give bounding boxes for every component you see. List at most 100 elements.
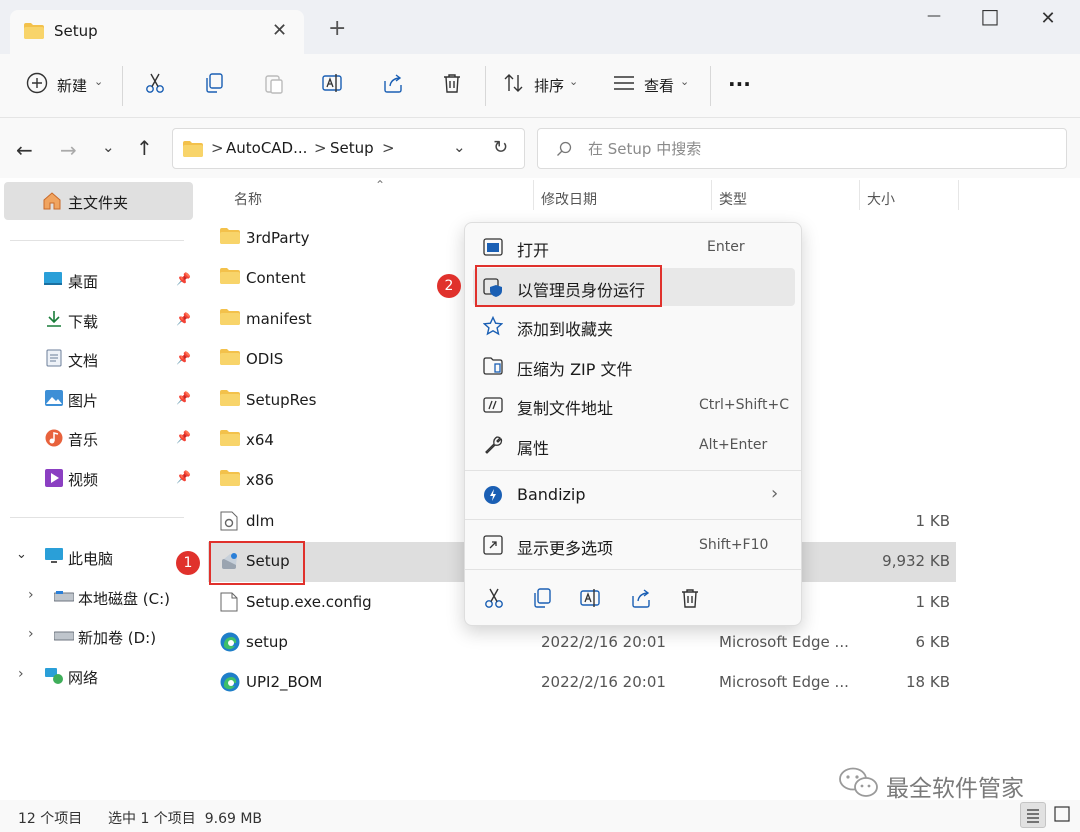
- view-icon[interactable]: [613, 75, 635, 91]
- new-button[interactable]: [26, 72, 48, 94]
- new-tab-icon[interactable]: +: [328, 16, 346, 41]
- document-icon: [46, 349, 62, 367]
- maximize-button[interactable]: □: [970, 4, 1010, 28]
- menu-divider: [465, 569, 801, 570]
- breadcrumb-separator: >: [211, 139, 224, 157]
- menu-label-bandizip: Bandizip: [517, 485, 586, 504]
- table-row[interactable]: UPI2_BOM 2022/2/16 20:01 Microsoft Edge ..…: [208, 663, 956, 703]
- menu-share-icon[interactable]: [630, 587, 652, 609]
- folder-icon: [24, 23, 44, 39]
- back-arrow-icon[interactable]: ←: [16, 138, 33, 162]
- copy-icon[interactable]: [203, 72, 225, 94]
- file-name: setup: [246, 633, 288, 651]
- edge-icon: [220, 632, 240, 652]
- column-header-modified[interactable]: 修改日期: [541, 189, 597, 209]
- folder-icon: [183, 141, 203, 157]
- nav-item-downloads[interactable]: 下载 📌: [4, 302, 193, 338]
- nav-item-desktop[interactable]: 桌面 📌: [4, 262, 193, 298]
- file-name: manifest: [246, 309, 312, 328]
- delete-icon[interactable]: [441, 72, 463, 94]
- chevron-right-icon[interactable]: ›: [18, 666, 24, 682]
- column-divider[interactable]: [958, 180, 959, 210]
- nav-divider: [10, 517, 184, 518]
- chevron-right-icon[interactable]: ›: [28, 626, 34, 642]
- sort-label[interactable]: 排序: [534, 75, 564, 96]
- address-dropdown-icon[interactable]: ⌄: [453, 138, 466, 156]
- nav-item-documents[interactable]: 文档 📌: [4, 341, 193, 377]
- menu-delete-icon[interactable]: [679, 587, 701, 609]
- menu-copy-icon[interactable]: [531, 587, 553, 609]
- details-view-button[interactable]: [1020, 802, 1046, 828]
- breadcrumb-setup[interactable]: Setup: [330, 139, 374, 157]
- nav-item-network[interactable]: › 网络: [4, 658, 193, 694]
- menu-item-show-more[interactable]: 显示更多选项 Shift+F10: [473, 526, 795, 564]
- view-label[interactable]: 查看: [644, 75, 674, 96]
- folder-icon: [220, 268, 240, 285]
- refresh-icon[interactable]: ↻: [493, 137, 508, 158]
- search-box[interactable]: [537, 128, 1067, 169]
- chevron-right-icon[interactable]: ›: [28, 587, 34, 603]
- cut-icon[interactable]: [144, 72, 166, 94]
- nav-item-pictures[interactable]: 图片 📌: [4, 381, 193, 417]
- pin-icon[interactable]: 📌: [176, 470, 191, 484]
- sort-icon[interactable]: [503, 72, 525, 94]
- up-arrow-icon[interactable]: ↑: [136, 136, 153, 160]
- details-view-icon: [1027, 809, 1039, 823]
- nav-item-drive-d[interactable]: › 新加卷 (D:): [4, 618, 193, 654]
- menu-item-properties[interactable]: 属性 Alt+Enter: [473, 426, 795, 464]
- column-divider[interactable]: [859, 180, 860, 210]
- file-size: 1 KB: [915, 511, 950, 530]
- column-divider[interactable]: [533, 180, 534, 210]
- nav-item-this-pc[interactable]: ⌄ 此电脑: [4, 539, 193, 575]
- nav-item-videos[interactable]: 视频 📌: [4, 460, 193, 496]
- tab-title: Setup: [54, 22, 98, 40]
- column-header-name[interactable]: 名称: [234, 189, 262, 209]
- pin-icon[interactable]: 📌: [176, 430, 191, 444]
- share-icon[interactable]: [382, 72, 404, 94]
- table-row[interactable]: setup 2022/2/16 20:01 Microsoft Edge ... 6 …: [208, 623, 956, 663]
- menu-rename-icon[interactable]: [580, 587, 602, 609]
- column-divider[interactable]: [711, 180, 712, 210]
- more-icon[interactable]: ···: [728, 72, 751, 96]
- new-label[interactable]: 新建: [57, 75, 87, 96]
- search-input[interactable]: [588, 140, 1038, 158]
- pin-icon[interactable]: 📌: [176, 312, 191, 326]
- sort-arrow-icon: ⌃: [375, 178, 386, 192]
- folder-icon: [220, 349, 240, 366]
- paste-icon[interactable]: [263, 72, 285, 94]
- dll-icon: [220, 511, 238, 531]
- breadcrumb-autocad[interactable]: AutoCAD...: [226, 139, 307, 157]
- highlight-box-setup: [209, 541, 305, 585]
- column-header-type[interactable]: 类型: [719, 189, 747, 209]
- rename-icon[interactable]: [322, 72, 344, 94]
- menu-item-bandizip[interactable]: Bandizip ›: [473, 476, 795, 514]
- tiles-view-button[interactable]: [1050, 802, 1076, 828]
- menu-item-compress-zip[interactable]: 压缩为 ZIP 文件: [473, 347, 795, 385]
- zip-icon: [483, 356, 503, 376]
- column-header-size[interactable]: 大小: [867, 189, 895, 209]
- nav-item-drive-c[interactable]: › 本地磁盘 (C:): [4, 579, 193, 615]
- music-icon: [45, 429, 63, 447]
- file-size: 9,932 KB: [882, 552, 950, 571]
- minimize-button[interactable]: —: [914, 8, 954, 32]
- nav-item-home[interactable]: 主文件夹: [4, 182, 193, 220]
- recent-chevron-down-icon[interactable]: ⌄: [102, 138, 115, 156]
- folder-icon: [220, 430, 240, 446]
- close-window-button[interactable]: ✕: [1028, 8, 1068, 32]
- pin-icon[interactable]: 📌: [176, 391, 191, 405]
- highlight-box-run-as-admin: [475, 265, 662, 307]
- menu-item-copy-path[interactable]: 复制文件地址 Ctrl+Shift+C: [473, 386, 795, 424]
- nav-item-music[interactable]: 音乐 📌: [4, 420, 193, 456]
- menu-item-add-favorite[interactable]: 添加到收藏夹: [473, 307, 795, 345]
- menu-cut-icon[interactable]: [483, 587, 505, 609]
- close-tab-icon[interactable]: ✕: [272, 20, 287, 41]
- pin-icon[interactable]: 📌: [176, 351, 191, 365]
- wechat-logo-icon: [838, 766, 880, 800]
- nav-label-this-pc: 此电脑: [68, 550, 114, 568]
- address-bar[interactable]: > AutoCAD... > Setup > ⌄ ↻: [172, 128, 525, 169]
- menu-item-open[interactable]: 打开 Enter: [473, 228, 795, 266]
- pin-icon[interactable]: 📌: [176, 272, 191, 286]
- chevron-down-icon[interactable]: ⌄: [16, 547, 27, 562]
- forward-arrow-icon[interactable]: →: [60, 138, 77, 162]
- file-size: 6 KB: [915, 633, 950, 651]
